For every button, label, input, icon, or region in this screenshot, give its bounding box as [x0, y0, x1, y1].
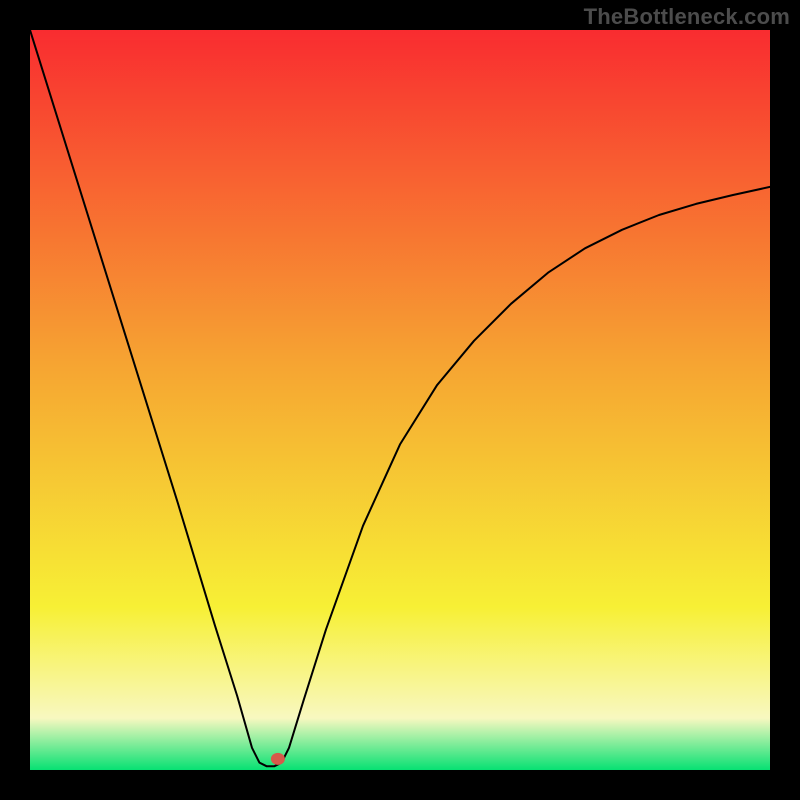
- plot-background: [30, 30, 770, 770]
- chart-svg: [30, 30, 770, 770]
- optimum-marker: [271, 753, 285, 765]
- watermark-text: TheBottleneck.com: [584, 4, 790, 30]
- chart-frame: TheBottleneck.com: [0, 0, 800, 800]
- plot-area: [30, 30, 770, 770]
